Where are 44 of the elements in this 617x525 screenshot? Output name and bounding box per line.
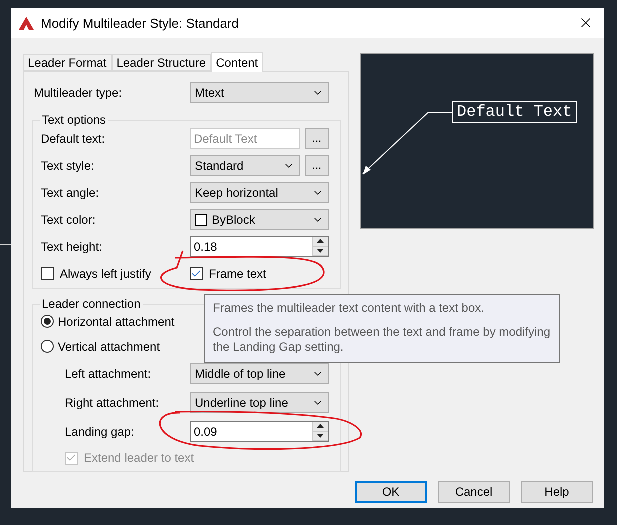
checkbox[interactable] xyxy=(41,267,54,280)
radio-button[interactable] xyxy=(41,315,54,328)
window-title: Modify Multileader Style: Standard xyxy=(41,16,240,30)
number-spinner[interactable]: 0.09 xyxy=(190,421,329,442)
dropdown[interactable]: Mtext xyxy=(190,82,329,103)
group-title: Text options xyxy=(41,113,108,127)
radio-label: Horizontal attachment xyxy=(58,314,175,328)
tooltip-text: Frames the multileader text content with a text box. xyxy=(213,301,486,316)
tab[interactable]: Content xyxy=(211,52,264,72)
field-label: Text angle: xyxy=(41,186,100,200)
dialog-button[interactable]: Cancel xyxy=(438,481,510,503)
dropdown[interactable]: Underline top line xyxy=(190,392,329,413)
radio-button[interactable] xyxy=(41,340,54,353)
field-label: Text height: xyxy=(41,240,104,254)
dropdown[interactable]: Keep horizontal xyxy=(190,182,329,203)
tooltip-text: Control the separation between the text and frame by modifying the Landing Gap setting. xyxy=(213,325,552,355)
checkbox-label: Extend leader to text xyxy=(84,451,194,465)
app-logo-icon xyxy=(19,16,34,30)
field-label: Default text: xyxy=(41,132,106,146)
field-label: Left attachment: xyxy=(65,366,152,380)
field-label: Right attachment: xyxy=(65,396,160,410)
spin-arrows-icon[interactable] xyxy=(312,422,328,441)
canvas-line xyxy=(0,244,11,245)
browse-button[interactable]: ... xyxy=(305,155,329,176)
field-label: Text color: xyxy=(41,212,97,226)
dropdown[interactable]: Middle of top line xyxy=(190,363,329,384)
dropdown[interactable]: Standard xyxy=(190,155,300,176)
dialog-button[interactable]: OK xyxy=(355,481,427,503)
field-label: Multileader type: xyxy=(34,86,124,100)
checkbox[interactable] xyxy=(190,267,203,280)
color-dropdown[interactable]: ByBlock xyxy=(190,209,329,230)
tab[interactable]: Leader Format xyxy=(23,54,112,71)
radio-label: Vertical attachment xyxy=(58,340,160,354)
group-title: Leader connection xyxy=(41,297,142,311)
field-label: Landing gap: xyxy=(65,424,136,438)
preview-text: Default Text xyxy=(452,101,578,123)
field-label: Text style: xyxy=(41,158,96,172)
dialog-button[interactable]: Help xyxy=(521,481,593,503)
number-spinner[interactable]: 0.18 xyxy=(190,236,329,257)
color-swatch-icon xyxy=(195,214,207,226)
spin-arrows-icon[interactable] xyxy=(312,237,328,256)
checkbox-label: Always left justify xyxy=(60,266,152,280)
tab[interactable]: Leader Structure xyxy=(112,54,212,71)
checkbox-label: Frame text xyxy=(209,266,266,280)
